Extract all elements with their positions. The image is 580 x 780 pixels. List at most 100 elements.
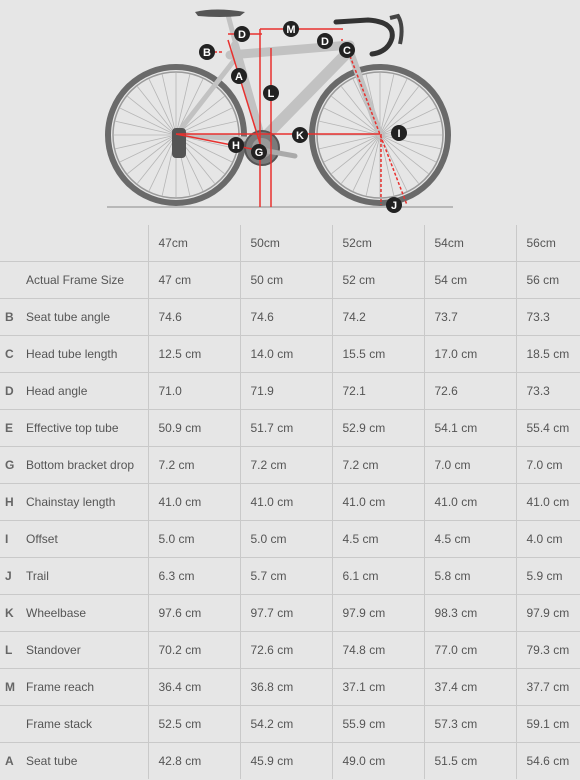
row-value: 55.9 cm bbox=[331, 705, 424, 743]
badge-l: L bbox=[263, 85, 279, 101]
row-value: 54.2 cm bbox=[239, 705, 332, 743]
row-value: 59.1 cm bbox=[515, 705, 580, 743]
rear-derailleur bbox=[172, 128, 186, 158]
row-value: 6.3 cm bbox=[147, 557, 240, 595]
row-label: Bottom bracket drop bbox=[26, 446, 148, 484]
row-value: 54 cm bbox=[423, 261, 516, 299]
row-value: 74.2 bbox=[331, 298, 424, 336]
size-header: 56cm bbox=[515, 225, 580, 262]
row-value: 51.5 cm bbox=[423, 742, 516, 779]
row-value: 37.1 cm bbox=[331, 668, 424, 706]
row-value: 50 cm bbox=[239, 261, 332, 299]
svg-text:A: A bbox=[235, 71, 243, 83]
header-letter-cell bbox=[0, 225, 26, 262]
svg-text:I: I bbox=[397, 128, 400, 140]
row-label: Head angle bbox=[26, 372, 148, 410]
row-letter: G bbox=[0, 446, 26, 484]
row-label: Actual Frame Size bbox=[26, 261, 148, 299]
row-value: 97.9 cm bbox=[515, 594, 580, 632]
badge-e: D bbox=[234, 26, 250, 42]
row-value: 74.6 bbox=[239, 298, 332, 336]
geometry-row: Actual Frame Size 47 cm 50 cm 52 cm 54 cm 56 … bbox=[0, 261, 580, 299]
badge-c: C bbox=[339, 42, 355, 58]
row-label: Frame stack bbox=[26, 705, 148, 743]
geometry-row: E Effective top tube 50.9 cm 51.7 cm 52.9 cm… bbox=[0, 409, 580, 447]
svg-text:G: G bbox=[255, 147, 264, 159]
spoke bbox=[379, 134, 408, 192]
row-label: Frame reach bbox=[26, 668, 148, 706]
spoke bbox=[119, 107, 177, 136]
row-value: 97.9 cm bbox=[331, 594, 424, 632]
row-label: Chainstay length bbox=[26, 483, 148, 521]
row-letter: K bbox=[0, 594, 26, 632]
badge-i: I bbox=[391, 125, 407, 141]
svg-text:B: B bbox=[203, 47, 211, 59]
row-value: 18.5 cm bbox=[515, 335, 580, 373]
row-value: 5.7 cm bbox=[239, 557, 332, 595]
svg-text:L: L bbox=[268, 88, 275, 100]
row-value: 7.2 cm bbox=[239, 446, 332, 484]
row-letter: E bbox=[0, 409, 26, 447]
row-letter: J bbox=[0, 557, 26, 595]
geometry-row: I Offset 5.0 cm 5.0 cm 4.5 cm 4.5 cm 4.0 cm bbox=[0, 520, 580, 558]
row-letter: C bbox=[0, 335, 26, 373]
svg-text:K: K bbox=[296, 130, 304, 142]
row-value: 72.6 cm bbox=[239, 631, 332, 669]
geometry-row: A Seat tube 42.8 cm 45.9 cm 49.0 cm 51.5 cm 54… bbox=[0, 742, 580, 779]
row-value: 73.3 bbox=[515, 298, 580, 336]
badge-m: M bbox=[283, 21, 299, 37]
geometry-row: K Wheelbase 97.6 cm 97.7 cm 97.9 cm 98.3 cm 97… bbox=[0, 594, 580, 632]
row-label: Effective top tube bbox=[26, 409, 148, 447]
row-label: Wheelbase bbox=[26, 594, 148, 632]
row-value: 54.1 cm bbox=[423, 409, 516, 447]
row-value: 5.0 cm bbox=[147, 520, 240, 558]
row-value: 36.4 cm bbox=[147, 668, 240, 706]
row-value: 7.2 cm bbox=[331, 446, 424, 484]
row-value: 73.3 bbox=[515, 372, 580, 410]
spoke bbox=[323, 134, 381, 163]
row-value: 7.0 cm bbox=[423, 446, 516, 484]
row-letter: H bbox=[0, 483, 26, 521]
spoke bbox=[379, 107, 437, 136]
row-value: 6.1 cm bbox=[331, 557, 424, 595]
row-value: 7.0 cm bbox=[515, 446, 580, 484]
badge-k: K bbox=[292, 127, 308, 143]
row-value: 52.9 cm bbox=[331, 409, 424, 447]
row-value: 71.9 bbox=[239, 372, 332, 410]
spoke bbox=[352, 134, 381, 192]
row-value: 52 cm bbox=[331, 261, 424, 299]
row-value: 5.9 cm bbox=[515, 557, 580, 595]
row-value: 42.8 cm bbox=[147, 742, 240, 779]
svg-text:H: H bbox=[232, 140, 240, 152]
row-value: 36.8 cm bbox=[239, 668, 332, 706]
geometry-row: G Bottom bracket drop 7.2 cm 7.2 cm 7.2 cm 7.… bbox=[0, 446, 580, 484]
geometry-row: M Frame reach 36.4 cm 36.8 cm 37.1 cm 37.4 cm… bbox=[0, 668, 580, 706]
row-value: 49.0 cm bbox=[331, 742, 424, 779]
row-label: Seat tube angle bbox=[26, 298, 148, 336]
row-letter: I bbox=[0, 520, 26, 558]
row-value: 41.0 cm bbox=[147, 483, 240, 521]
spoke bbox=[148, 78, 177, 136]
row-letter bbox=[0, 261, 26, 299]
badge-g: G bbox=[251, 144, 267, 160]
row-value: 41.0 cm bbox=[239, 483, 332, 521]
row-value: 17.0 cm bbox=[423, 335, 516, 373]
geometry-row: C Head tube length 12.5 cm 14.0 cm 15.5 cm 17… bbox=[0, 335, 580, 373]
row-value: 41.0 cm bbox=[515, 483, 580, 521]
row-value: 5.8 cm bbox=[423, 557, 516, 595]
geometry-row: B Seat tube angle 74.6 74.6 74.2 73.7 73.3 bbox=[0, 298, 580, 336]
row-value: 74.8 cm bbox=[331, 631, 424, 669]
row-label: Seat tube bbox=[26, 754, 78, 768]
row-value: 98.3 cm bbox=[423, 594, 516, 632]
row-value: 72.6 bbox=[423, 372, 516, 410]
row-value: 50.9 cm bbox=[147, 409, 240, 447]
row-value: 74.6 bbox=[147, 298, 240, 336]
spoke bbox=[148, 134, 177, 192]
row-value: 97.7 cm bbox=[239, 594, 332, 632]
row-letter bbox=[0, 705, 26, 743]
row-value: 15.5 cm bbox=[331, 335, 424, 373]
row-value: 73.7 bbox=[423, 298, 516, 336]
geometry-row: L Standover 70.2 cm 72.6 cm 74.8 cm 77.0 cm 79… bbox=[0, 631, 580, 669]
size-header: 50cm bbox=[239, 225, 332, 262]
row-label: Trail bbox=[26, 557, 148, 595]
